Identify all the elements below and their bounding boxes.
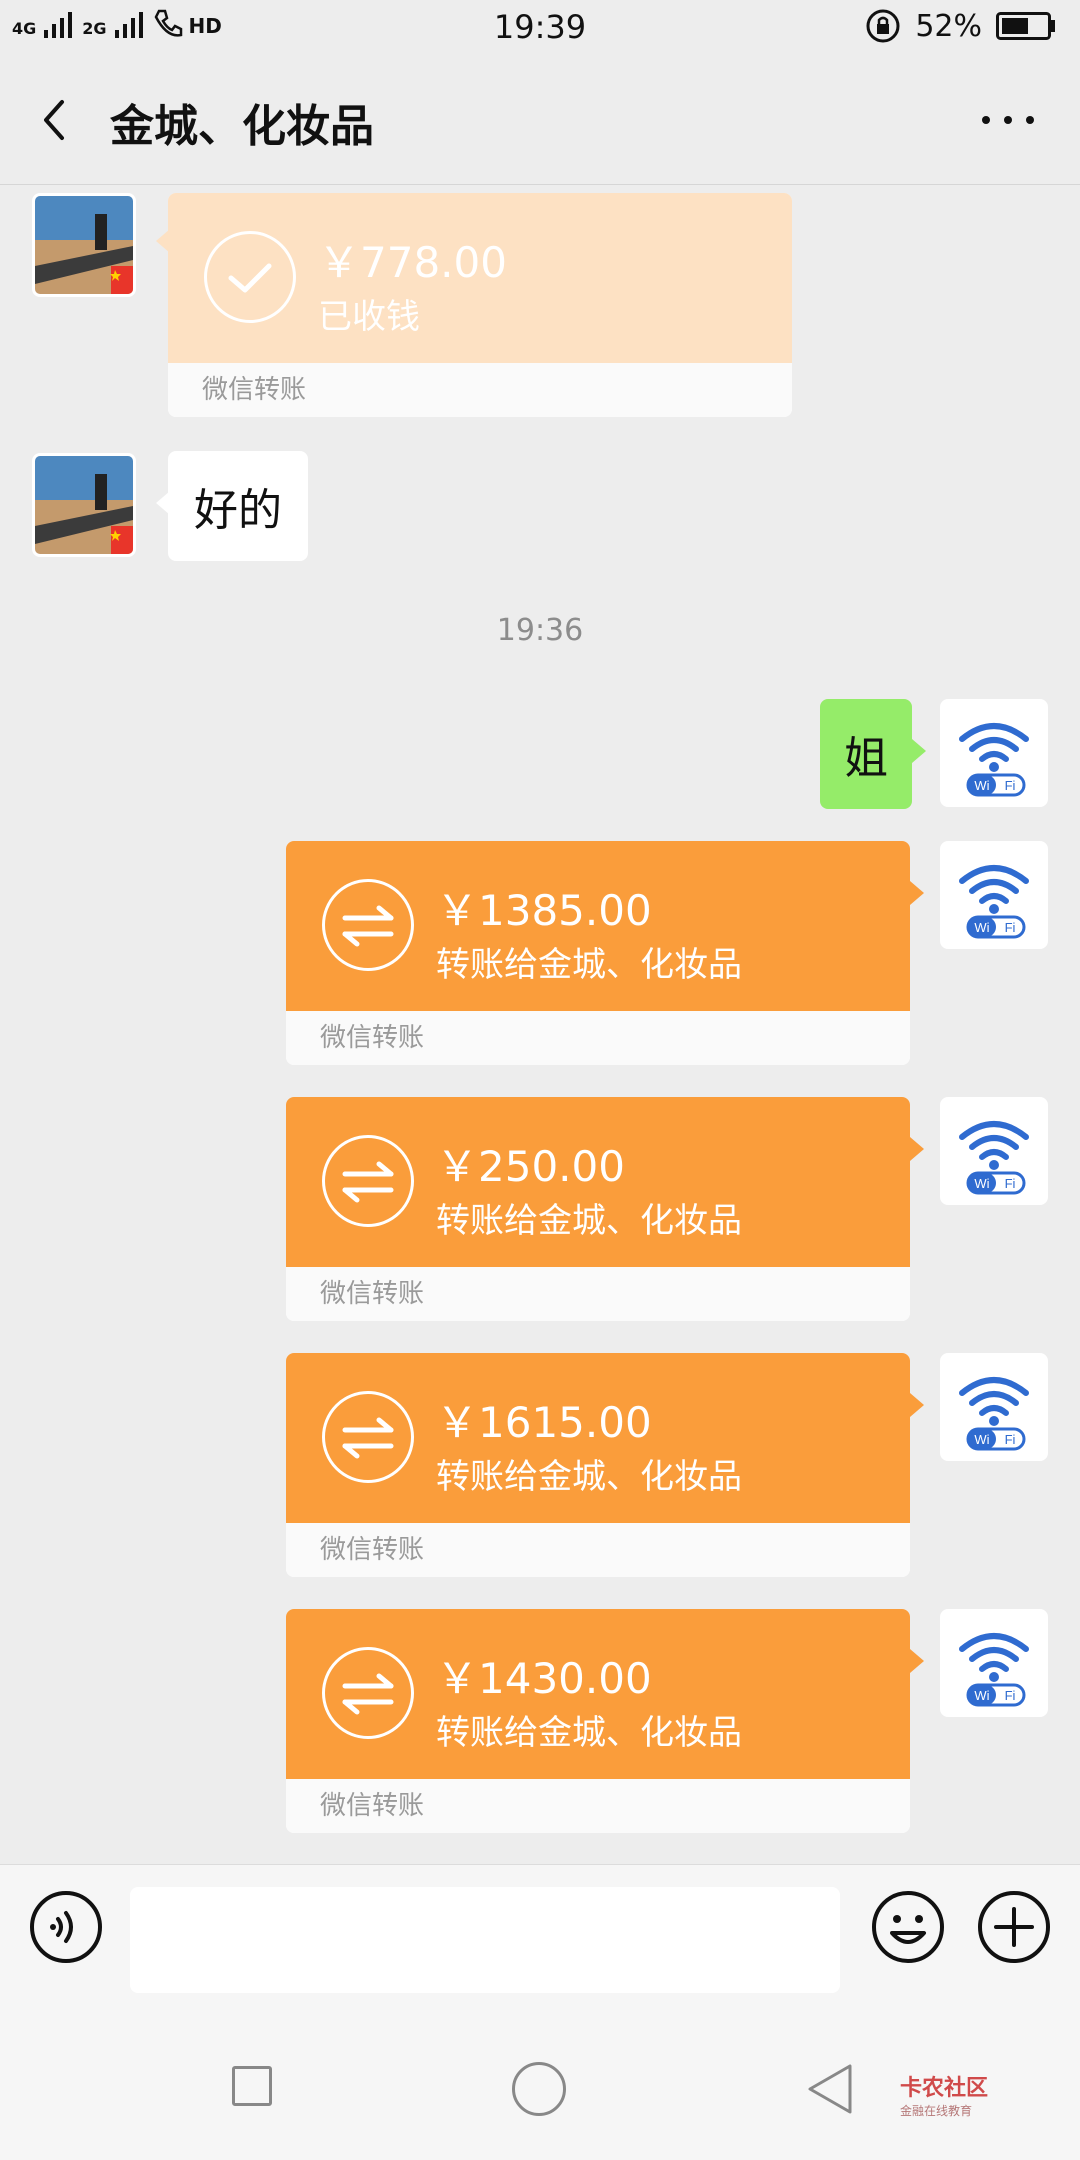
transfer-amount: ￥250.00 [436, 1142, 625, 1191]
transfer-arrows-icon [322, 1647, 414, 1739]
input-bar [0, 1864, 1080, 2005]
svg-text:Wi: Wi [974, 778, 989, 793]
more-options-icon[interactable] [976, 100, 1040, 140]
transfer-description: 转账给金城、化妆品 [436, 1713, 742, 1753]
bubble-tail [910, 881, 924, 905]
recent-apps-icon[interactable] [232, 2066, 272, 2106]
bubble-tail [912, 739, 926, 763]
received-text-bubble[interactable]: 好的 [168, 451, 308, 561]
sent-transfer-card[interactable]: ￥250.00 转账给金城、化妆品 微信转账 [286, 1097, 910, 1321]
svg-text:Wi: Wi [974, 920, 989, 935]
my-avatar[interactable]: Wi Fi [940, 1097, 1048, 1205]
watermark-title: 卡农社区 [900, 2076, 989, 2101]
message-timestamp: 19:36 [496, 613, 584, 648]
transfer-footer: 微信转账 [286, 1523, 910, 1577]
my-avatar[interactable]: Wi Fi [940, 699, 1048, 807]
battery-percent: 52% [915, 8, 982, 44]
contact-avatar[interactable] [32, 193, 136, 297]
nav-back-icon[interactable] [806, 2062, 854, 2116]
back-arrow-icon[interactable] [30, 90, 90, 150]
transfer-amount: ￥1430.00 [436, 1654, 652, 1703]
my-avatar[interactable]: Wi Fi [940, 841, 1048, 949]
wifi-icon: Wi Fi [959, 1377, 1029, 1451]
voice-input-icon[interactable] [28, 1889, 104, 1965]
transfer-footer: 微信转账 [168, 363, 792, 417]
sent-transfer-card[interactable]: ￥1430.00 转账给金城、化妆品 微信转账 [286, 1609, 910, 1833]
sent-transfer-card[interactable]: ￥1615.00 转账给金城、化妆品 微信转账 [286, 1353, 910, 1577]
chat-title: 金城、化妆品 [110, 101, 374, 152]
transfer-description: 转账给金城、化妆品 [436, 1457, 742, 1497]
wifi-icon: Wi Fi [959, 723, 1029, 797]
checkmark-icon [204, 231, 296, 323]
status-right: 52% [865, 8, 1056, 44]
watermark-subtitle: 金融在线教育 [900, 2104, 973, 2118]
emoji-icon[interactable] [870, 1889, 946, 1965]
svg-text:Wi: Wi [974, 1688, 989, 1703]
svg-text:Fi: Fi [1005, 778, 1016, 793]
contact-avatar[interactable] [32, 453, 136, 557]
svg-text:Wi: Wi [974, 1176, 989, 1191]
transfer-arrows-icon [322, 1135, 414, 1227]
bubble-tail [910, 1393, 924, 1417]
my-avatar[interactable]: Wi Fi [940, 1353, 1048, 1461]
wifi-icon: Wi Fi [959, 1121, 1029, 1195]
transfer-arrows-icon [322, 1391, 414, 1483]
bubble-tail [910, 1649, 924, 1673]
message-input[interactable] [130, 1887, 840, 1993]
transfer-footer: 微信转账 [286, 1011, 910, 1065]
transfer-footer: 微信转账 [286, 1267, 910, 1321]
bubble-tail [910, 1137, 924, 1161]
svg-text:Fi: Fi [1005, 1176, 1016, 1191]
transfer-amount: ￥1385.00 [436, 886, 652, 935]
wifi-icon: Wi Fi [959, 865, 1029, 939]
watermark-logo: 卡农社区 金融在线教育 [900, 2070, 988, 2119]
svg-text:Fi: Fi [1005, 1688, 1016, 1703]
battery-icon [996, 12, 1055, 40]
status-bar: 4G 2G HD 19:39 52% [0, 0, 1080, 56]
home-icon[interactable] [512, 2062, 566, 2116]
chat-area[interactable]: ￥778.00 已收钱 微信转账 好的 19:36 姐 Wi Fi ￥1385.… [0, 185, 1080, 1863]
svg-text:Wi: Wi [974, 1432, 989, 1447]
received-transfer-amount: ￥778.00 [318, 238, 507, 287]
plus-icon[interactable] [976, 1889, 1052, 1965]
title-bar: 金城、化妆品 [0, 56, 1080, 185]
sent-transfer-card[interactable]: ￥1385.00 转账给金城、化妆品 微信转账 [286, 841, 910, 1065]
transfer-description: 转账给金城、化妆品 [436, 1201, 742, 1241]
navigation-bar: 卡农社区 金融在线教育 [0, 2004, 1080, 2160]
transfer-arrows-icon [322, 879, 414, 971]
received-transfer-status: 已收钱 [318, 297, 420, 337]
rotation-lock-icon [866, 9, 900, 43]
sent-text-bubble[interactable]: 姐 [820, 699, 912, 809]
wifi-icon: Wi Fi [959, 1633, 1029, 1707]
my-avatar[interactable]: Wi Fi [940, 1609, 1048, 1717]
received-transfer-card[interactable]: ￥778.00 已收钱 微信转账 [168, 193, 792, 417]
transfer-amount: ￥1615.00 [436, 1398, 652, 1447]
svg-text:Fi: Fi [1005, 1432, 1016, 1447]
transfer-description: 转账给金城、化妆品 [436, 945, 742, 985]
transfer-footer: 微信转账 [286, 1779, 910, 1833]
svg-text:Fi: Fi [1005, 920, 1016, 935]
